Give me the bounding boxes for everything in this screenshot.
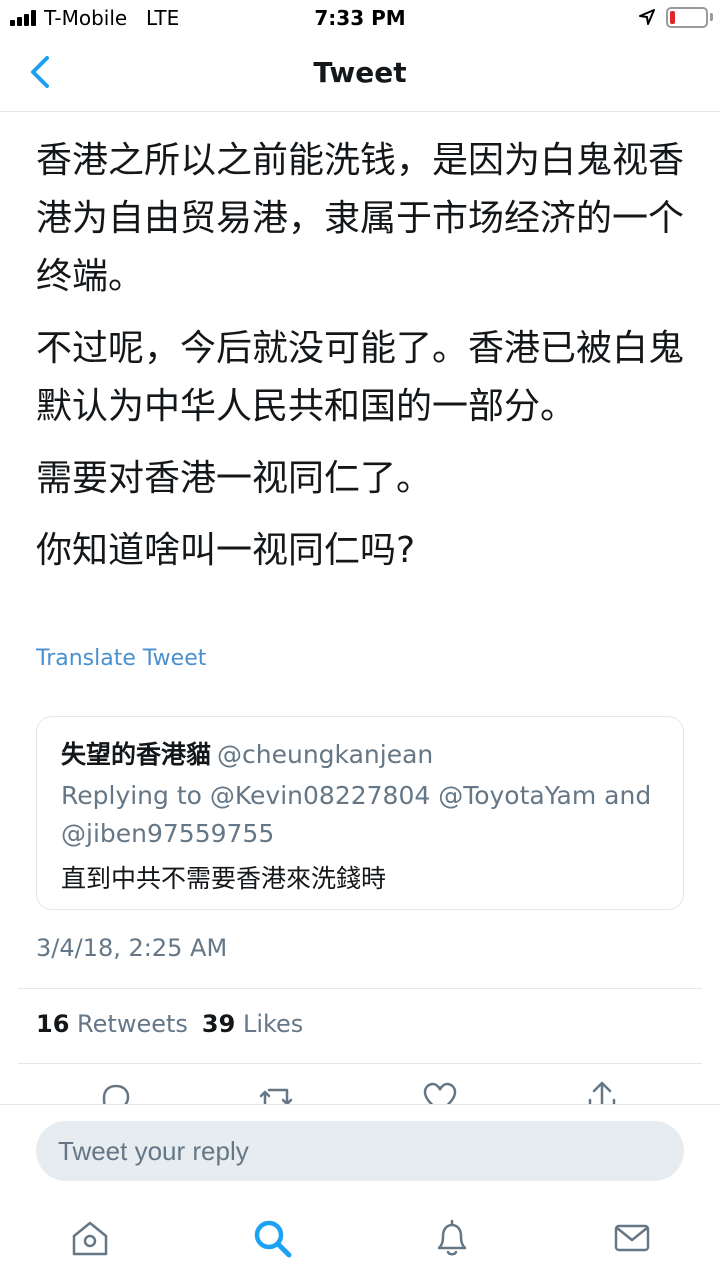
search-icon[interactable] bbox=[250, 1216, 294, 1260]
battery-icon bbox=[666, 7, 708, 28]
messages-icon[interactable] bbox=[610, 1216, 654, 1260]
tweet-stats: 16 Retweets 39 Likes bbox=[36, 1010, 303, 1038]
divider bbox=[18, 1063, 702, 1064]
likes-count: 39 bbox=[201, 1010, 236, 1038]
home-icon[interactable] bbox=[68, 1216, 112, 1260]
replying-to-text: Replying to @Kevin08227804 @ToyotaYam an… bbox=[61, 781, 652, 848]
tweet-text: 香港之所以之前能洗钱，是因为白鬼视香港为自由贸易港，隶属于市场经济的一个终端。 … bbox=[36, 132, 696, 594]
quoted-tweet-card[interactable]: 失望的香港貓 @cheungkanjean Replying to @Kevin0… bbox=[36, 716, 684, 910]
tweet-timestamp: 3/4/18, 2:25 AM bbox=[36, 934, 228, 962]
tweet-paragraph: 需要对香港一视同仁了。 bbox=[36, 458, 433, 499]
nav-bar: Tweet bbox=[0, 36, 720, 112]
tweet-paragraph: 不过呢，今后就没可能了。香港已被白鬼默认为中华人民共和国的一部分。 bbox=[36, 328, 685, 427]
tweet-reply-input[interactable] bbox=[36, 1121, 684, 1181]
quoted-author-handle: @cheungkanjean bbox=[217, 740, 434, 769]
page-title: Tweet bbox=[313, 56, 407, 89]
tweet-paragraph: 你知道啥叫一视同仁吗? bbox=[36, 530, 416, 571]
battery-level bbox=[670, 11, 675, 24]
location-arrow-icon bbox=[639, 9, 655, 25]
divider bbox=[18, 988, 702, 989]
retweets-count: 16 bbox=[36, 1010, 70, 1038]
reply-bar bbox=[0, 1104, 720, 1196]
status-bar: T-Mobile LTE 7:33 PM bbox=[0, 0, 720, 36]
quoted-tweet-header: 失望的香港貓 @cheungkanjean bbox=[61, 735, 433, 771]
battery-cap bbox=[710, 13, 713, 21]
quoted-author-name: 失望的香港貓 bbox=[61, 740, 212, 769]
likes-stat[interactable]: 39 Likes bbox=[202, 1010, 303, 1038]
tweet-paragraph: 香港之所以之前能洗钱，是因为白鬼视香港为自由贸易港，隶属于市场经济的一个终端。 bbox=[36, 140, 685, 297]
tab-bar bbox=[0, 1196, 720, 1280]
notifications-icon[interactable] bbox=[430, 1216, 474, 1260]
quoted-tweet-text: 直到中共不需要香港來洗錢時 bbox=[61, 864, 387, 893]
translate-tweet-link[interactable]: Translate Tweet bbox=[36, 646, 206, 671]
status-time: 7:33 PM bbox=[314, 6, 406, 30]
retweets-stat[interactable]: 16 Retweets bbox=[36, 1010, 188, 1038]
likes-label: Likes bbox=[242, 1010, 304, 1038]
retweets-label: Retweets bbox=[77, 1010, 188, 1038]
